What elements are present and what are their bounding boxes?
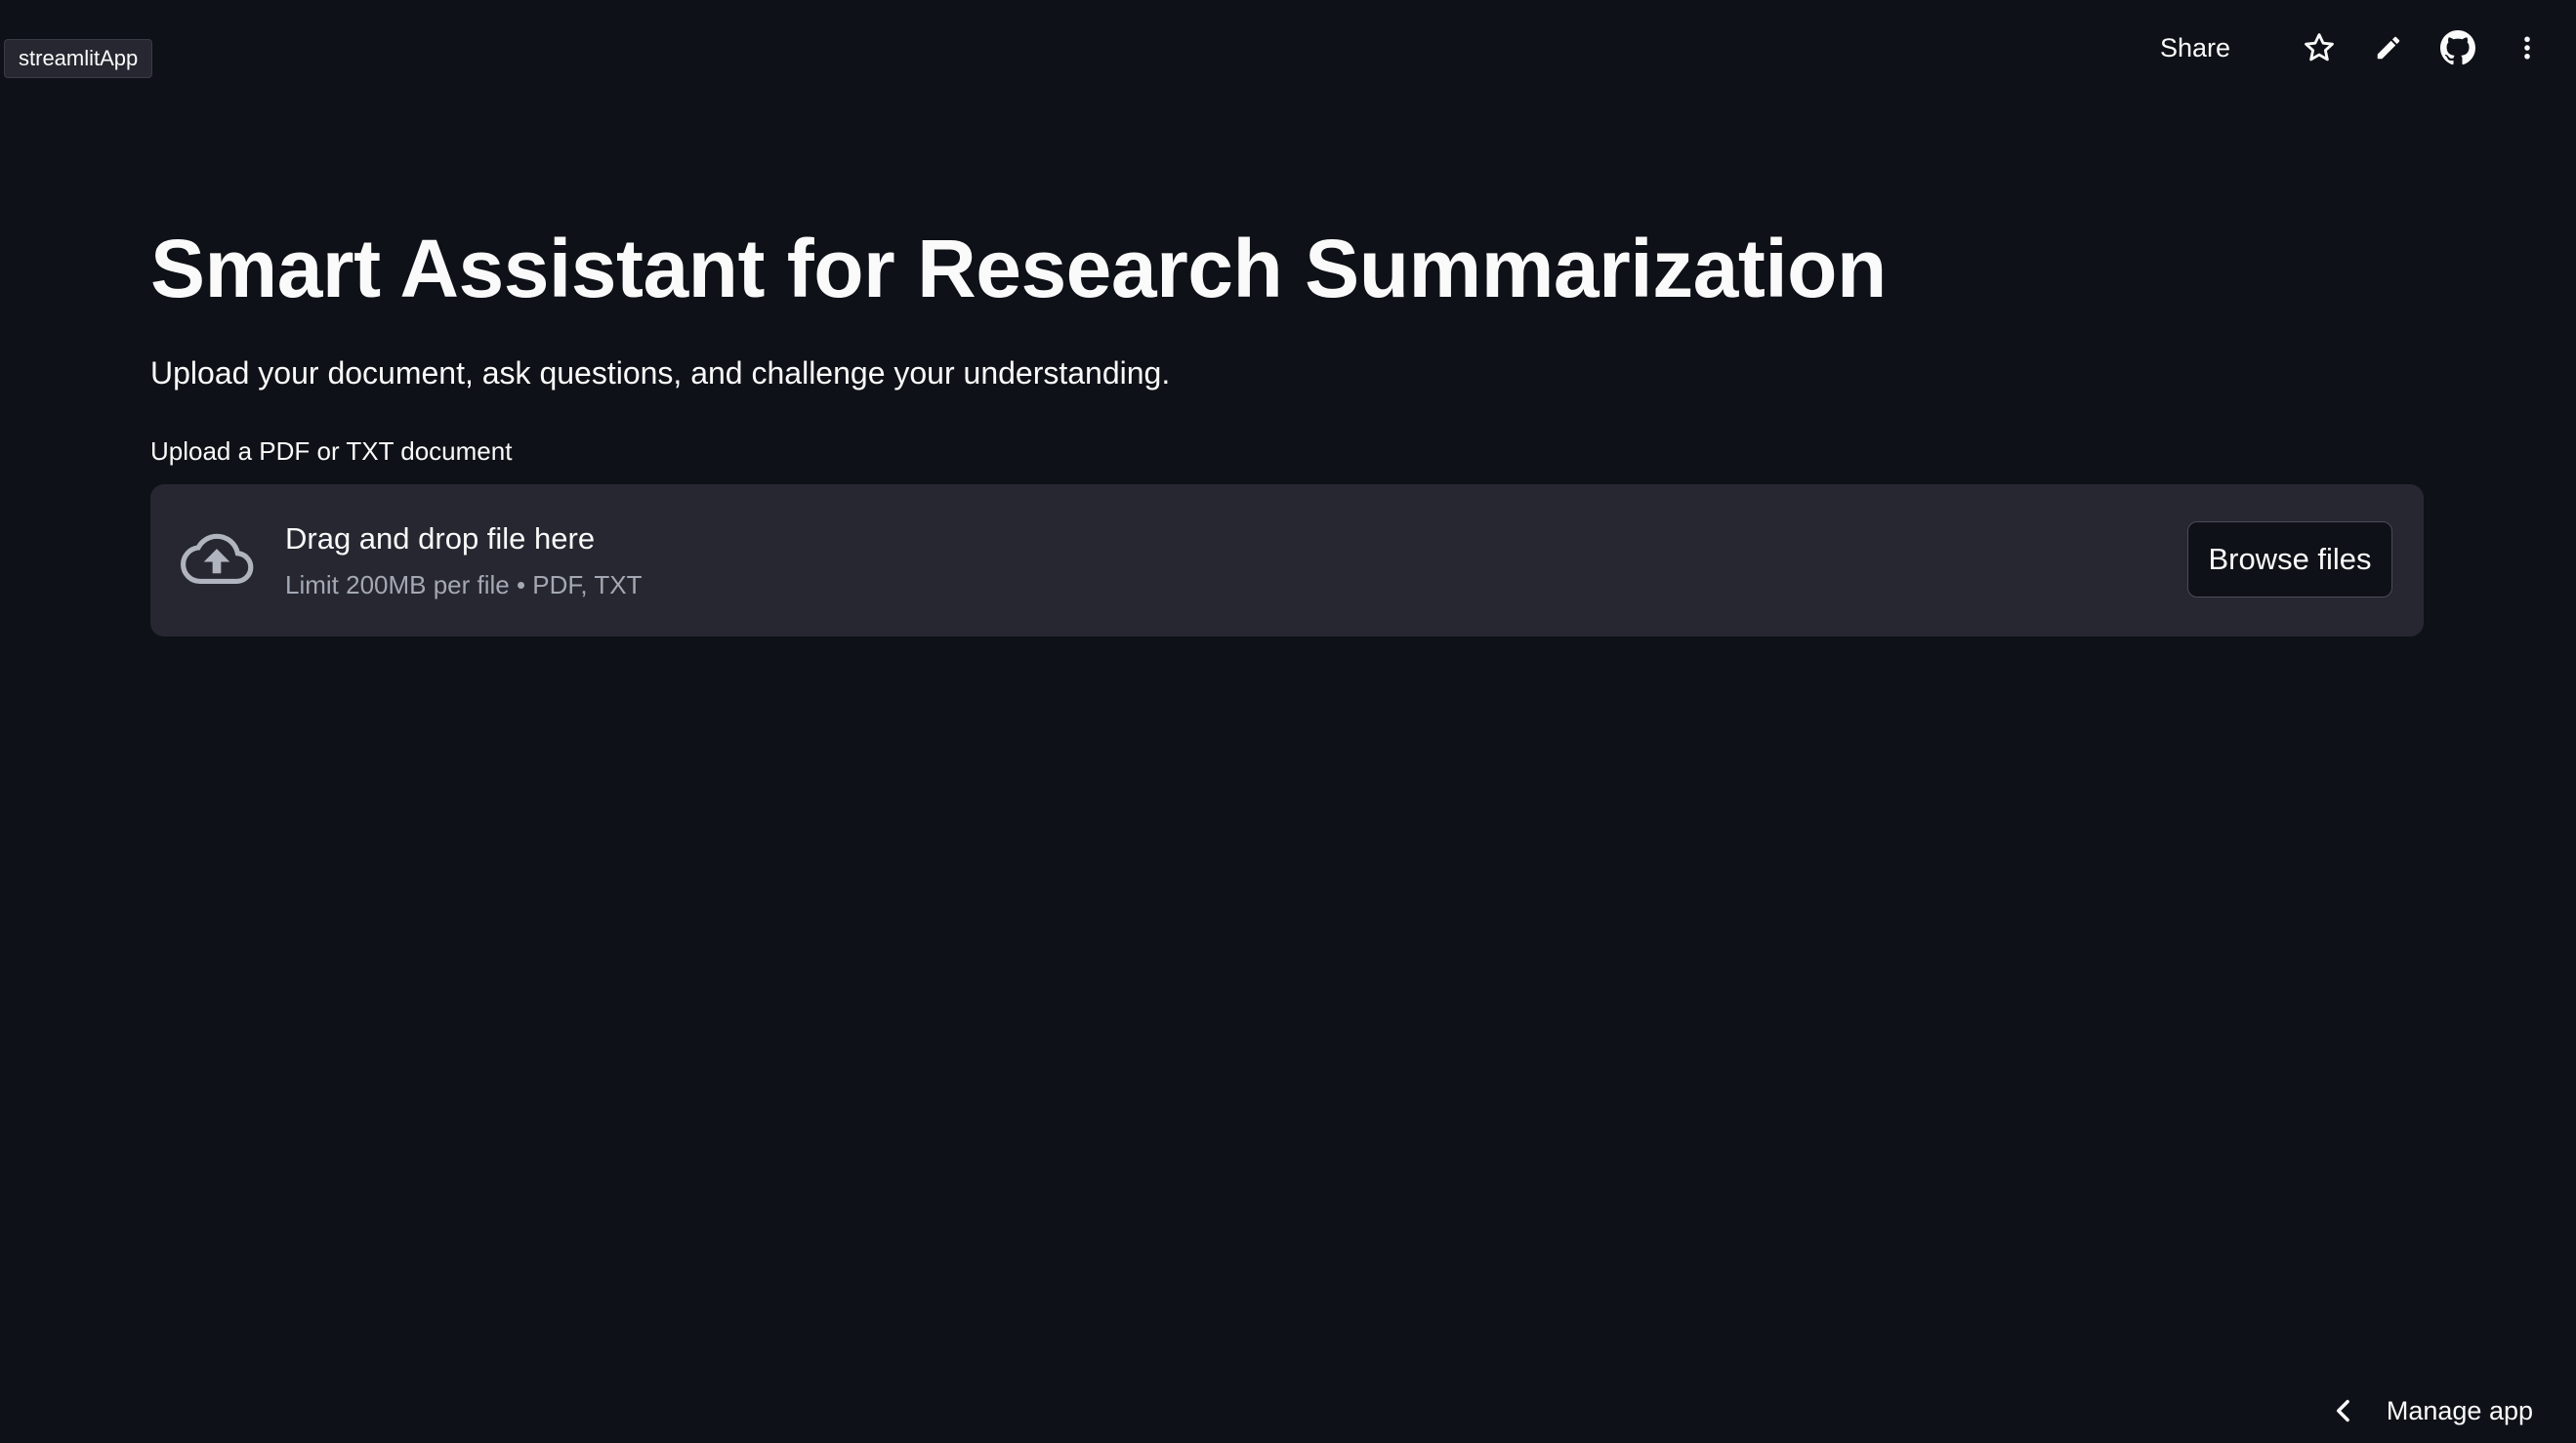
file-uploader-label: Upload a PDF or TXT document	[150, 436, 513, 466]
star-icon[interactable]	[2300, 28, 2339, 67]
page-title: Smart Assistant for Research Summarizati…	[150, 223, 1887, 314]
share-button[interactable]: Share	[2160, 33, 2230, 63]
manage-app-button[interactable]: Manage app	[2330, 1386, 2533, 1435]
file-dropzone[interactable]: Drag and drop file here Limit 200MB per …	[150, 484, 2424, 637]
dropzone-title: Drag and drop file here	[285, 521, 596, 556]
pencil-icon[interactable]	[2369, 28, 2408, 67]
chevron-left-icon	[2336, 1399, 2349, 1422]
more-vertical-icon[interactable]	[2508, 28, 2547, 67]
cloud-upload-icon	[180, 533, 254, 585]
manage-app-label: Manage app	[2386, 1395, 2533, 1425]
github-icon[interactable]	[2438, 28, 2477, 67]
page-subtitle: Upload your document, ask questions, and…	[150, 355, 1171, 391]
app-name-tag: streamlitApp	[4, 39, 153, 78]
dropzone-limit-text: Limit 200MB per file • PDF, TXT	[285, 570, 643, 599]
top-toolbar: Share	[2160, 23, 2547, 72]
browse-files-button[interactable]: Browse files	[2187, 521, 2392, 598]
